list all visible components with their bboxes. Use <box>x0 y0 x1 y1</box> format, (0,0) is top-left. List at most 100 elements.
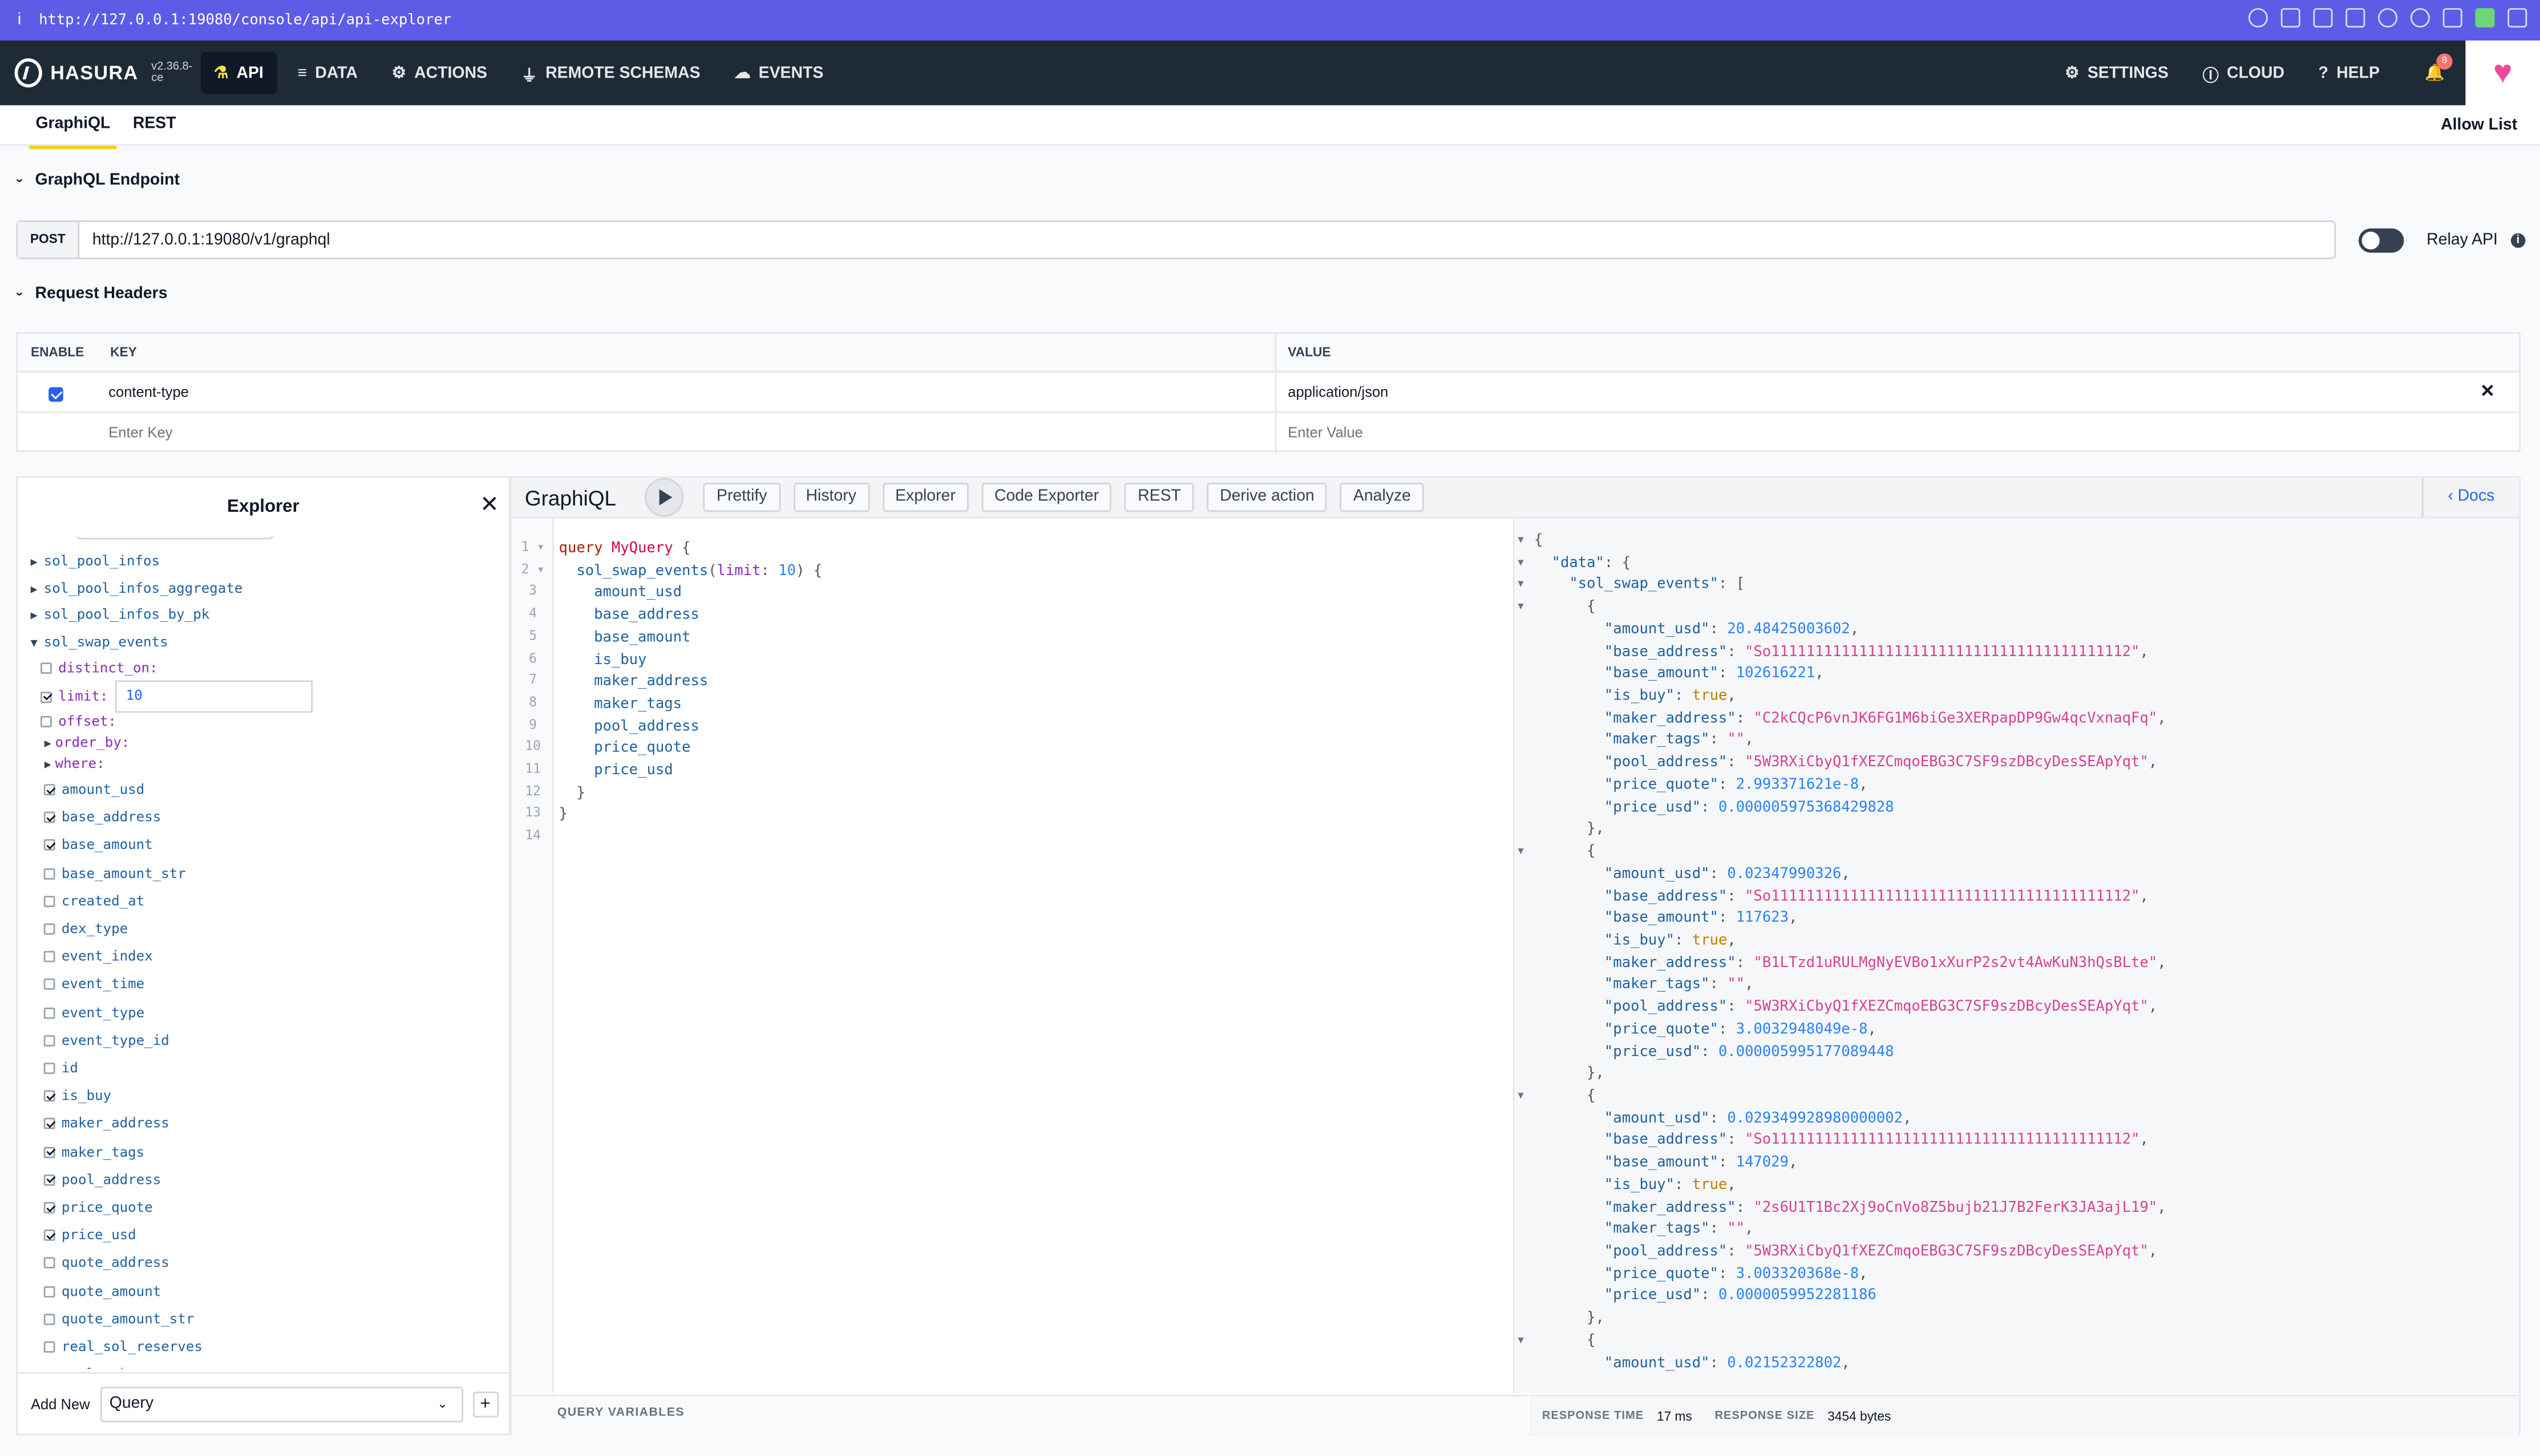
history-button[interactable]: History <box>792 483 869 512</box>
extension-icon[interactable] <box>2442 8 2462 28</box>
explorer-field[interactable]: event_time <box>43 973 144 998</box>
explorer-tree[interactable]: ▶ sol_pool_infos ▶ sol_pool_infos_aggregate… <box>18 536 508 1369</box>
heart-button[interactable]: ♥ <box>2465 40 2540 106</box>
fold-arrow-icon[interactable]: ▼ <box>1518 1090 1531 1102</box>
explorer-root-field[interactable]: ▶ sol_pool_infos_by_pk <box>25 602 210 628</box>
arg-checkbox[interactable] <box>40 715 52 727</box>
explorer-field[interactable]: quote_amount <box>43 1279 161 1305</box>
fold-arrow-icon[interactable]: ▼ <box>1518 846 1531 857</box>
explorer-field[interactable]: base_address <box>43 806 161 831</box>
arg-checkbox[interactable] <box>40 690 52 702</box>
code-line[interactable]: query MyQuery { <box>559 538 691 561</box>
explorer-field[interactable]: event_type_id <box>43 1028 169 1054</box>
field-checkbox[interactable] <box>43 951 55 963</box>
enable-checkbox[interactable] <box>48 374 63 413</box>
link-icon[interactable] <box>2248 8 2268 28</box>
browser-url-bar[interactable]: i http://127.0.0.1:19080/console/api/api… <box>0 0 2540 41</box>
query-variables-toggle[interactable]: QUERY VARIABLES <box>512 1394 1528 1435</box>
explorer-field[interactable]: base_amount_str <box>43 861 186 887</box>
explorer-field[interactable]: price_quote <box>43 1195 153 1221</box>
triangle-right-icon[interactable]: ▶ <box>25 602 44 628</box>
explorer-field[interactable]: maker_address <box>43 1112 169 1138</box>
explorer-button[interactable]: Explorer <box>882 483 969 512</box>
field-checkbox[interactable] <box>43 1285 55 1297</box>
code-line[interactable]: base_address <box>559 604 699 627</box>
fold-arrow-icon[interactable]: ▼ <box>1518 1334 1531 1346</box>
relay-toggle[interactable] <box>2359 228 2404 253</box>
field-checkbox[interactable] <box>43 1202 55 1214</box>
nav-help[interactable]: ? HELP <box>2306 52 2393 94</box>
prettify-button[interactable]: Prettify <box>703 483 780 512</box>
share-icon[interactable] <box>2507 8 2527 28</box>
explorer-field[interactable]: amount_usd <box>43 778 144 803</box>
field-checkbox[interactable] <box>43 895 55 907</box>
field-checkbox[interactable] <box>43 784 55 796</box>
derive-action-button[interactable]: Derive action <box>1207 483 1328 512</box>
crosshair-icon[interactable] <box>2410 8 2430 28</box>
explorer-field[interactable]: event_type <box>43 1001 144 1026</box>
code-line[interactable]: base_amount <box>559 626 690 649</box>
explorer-field[interactable]: real_sol_reserves <box>43 1335 203 1361</box>
triangle-right-icon[interactable]: ▶ <box>25 549 44 575</box>
explorer-field[interactable]: created_at <box>43 889 144 915</box>
explorer-field[interactable]: is_buy <box>43 1084 111 1110</box>
camera-icon[interactable] <box>2313 8 2333 28</box>
notifications-button[interactable]: 🔔 8 <box>2410 52 2459 94</box>
code-line[interactable]: } <box>559 782 585 804</box>
docs-button[interactable]: ‹ Docs <box>2421 478 2519 517</box>
code-line[interactable]: pool_address <box>559 715 699 738</box>
field-checkbox[interactable] <box>43 1034 55 1046</box>
query-editor[interactable]: 1 ▾ query MyQuery {2 ▾ sol_swap_events(li… <box>512 518 1527 1393</box>
search-field-stub[interactable] <box>76 536 274 540</box>
explorer-arg[interactable]: ▶ where: <box>41 751 105 777</box>
field-checkbox[interactable] <box>43 812 55 823</box>
explorer-field[interactable]: dex_type <box>43 917 128 943</box>
field-checkbox[interactable] <box>43 979 55 990</box>
code-line[interactable]: sol_swap_events(limit: 10) { <box>559 560 822 583</box>
hasura-logo[interactable]: HASURA v2.36.8-ce <box>14 58 201 88</box>
endpoint-url-input[interactable]: http://127.0.0.1:19080/v1/graphql <box>79 231 330 249</box>
field-checkbox[interactable] <box>43 867 55 879</box>
fold-arrow-icon[interactable]: ▼ <box>1518 601 1531 613</box>
nav-remote-schemas[interactable]: ⏚ REMOTE SCHEMAS <box>508 52 713 94</box>
field-checkbox[interactable] <box>43 1118 55 1130</box>
analyze-button[interactable]: Analyze <box>1340 483 1424 512</box>
fold-arrow-icon[interactable]: ▼ <box>1518 557 1531 568</box>
close-icon[interactable]: ✕ <box>480 491 499 518</box>
header-value[interactable]: application/json <box>1288 373 1388 411</box>
explorer-field[interactable]: quote_amount_str <box>43 1307 194 1333</box>
field-checkbox[interactable] <box>43 1313 55 1325</box>
code-exporter-button[interactable]: Code Exporter <box>981 483 1112 512</box>
arg-checkbox[interactable] <box>40 662 52 674</box>
header-key[interactable]: content-type <box>108 373 189 411</box>
triangle-right-icon[interactable]: ▶ <box>41 751 55 777</box>
grid-extension-icon[interactable] <box>2475 8 2495 28</box>
field-checkbox[interactable] <box>43 1006 55 1018</box>
key-input[interactable]: Enter Key <box>108 413 172 452</box>
nav-cloud[interactable]: ⓘ CLOUD <box>2190 52 2298 94</box>
explorer-field[interactable]: pool_address <box>43 1168 161 1194</box>
nav-data[interactable]: ≡ DATA <box>285 52 371 94</box>
request-headers-toggle[interactable]: › Request Headers <box>13 285 167 303</box>
screen-capture-icon[interactable] <box>2280 8 2300 28</box>
explorer-root-field[interactable]: ▼ sol_swap_events <box>25 629 168 655</box>
explorer-field[interactable]: quote_address <box>43 1251 169 1277</box>
explorer-field[interactable]: price_usd <box>43 1223 136 1249</box>
explorer-field[interactable]: maker_tags <box>43 1140 144 1166</box>
fold-arrow-icon[interactable]: ▼ <box>1518 579 1531 591</box>
code-line[interactable]: is_buy <box>559 649 646 672</box>
value-input[interactable]: Enter Value <box>1288 413 1363 452</box>
nav-actions[interactable]: ⚙ ACTIONS <box>379 52 500 94</box>
field-checkbox[interactable] <box>43 1090 55 1102</box>
explorer-arg[interactable]: limit: 10 <box>40 680 313 713</box>
explorer-field[interactable]: real_token_reserves <box>44 1362 219 1369</box>
rest-button[interactable]: REST <box>1125 483 1194 512</box>
window-icon[interactable] <box>2345 8 2365 28</box>
triangle-right-icon[interactable]: ▶ <box>25 576 44 601</box>
limit-input[interactable]: 10 <box>114 680 313 713</box>
explorer-root-field[interactable]: ▶ sol_pool_infos <box>25 549 160 575</box>
nav-events[interactable]: ☁ EVENTS <box>721 52 836 94</box>
explorer-field[interactable]: base_amount <box>43 834 153 859</box>
field-checkbox[interactable] <box>43 1146 55 1158</box>
add-operation-button[interactable]: + <box>472 1390 499 1417</box>
